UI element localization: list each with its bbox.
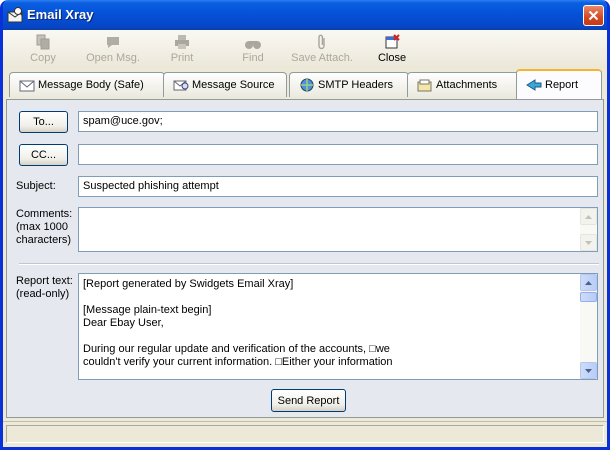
tab-message-body[interactable]: Message Body (Safe) xyxy=(9,72,165,97)
report-text-line xyxy=(83,330,577,343)
report-text-label-line: (read-only) xyxy=(16,288,70,300)
find-icon xyxy=(244,32,262,50)
report-text-line: Dear Ebay User, xyxy=(83,317,164,329)
close-button[interactable]: Close xyxy=(377,32,407,66)
open-message-label: Open Msg. xyxy=(86,52,140,64)
report-text-line xyxy=(83,291,577,304)
tab-smtp-headers-label: SMTP Headers xyxy=(318,79,393,91)
report-icon xyxy=(526,78,542,92)
tab-report[interactable]: Report xyxy=(516,69,602,99)
report-text-line: [Message plain-text begin] xyxy=(83,304,212,316)
smtp-headers-icon xyxy=(299,78,315,92)
report-text-line: [Report generated by Swidgets Email Xray… xyxy=(83,278,294,290)
copy-icon xyxy=(35,32,51,50)
status-bar xyxy=(3,421,607,447)
report-textarea[interactable]: [Report generated by Swidgets Email Xray… xyxy=(78,273,598,380)
save-attachment-button[interactable]: Save Attach. xyxy=(290,32,354,66)
message-source-icon xyxy=(173,78,189,92)
tab-attachments[interactable]: Attachments xyxy=(407,72,519,97)
tab-report-label: Report xyxy=(545,79,579,91)
tab-strip: Message Body (Safe) Message Source SMTP … xyxy=(3,69,607,99)
window-title: Email Xray xyxy=(27,7,94,22)
subject-label: Subject: xyxy=(16,180,56,192)
report-text: [Report generated by Swidgets Email Xray… xyxy=(83,278,577,369)
email-xray-window: Email Xray Copy Open Msg. Print Find Sav… xyxy=(0,0,610,450)
tab-attachments-label: Attachments xyxy=(436,79,498,91)
comments-label: Comments: (max 1000 characters) xyxy=(16,208,72,247)
report-panel: To... spam@uce.gov; CC... Subject: Suspe… xyxy=(6,99,604,418)
comments-label-line: Comments: xyxy=(16,208,73,220)
printer-icon xyxy=(174,32,190,50)
find-button[interactable]: Find xyxy=(239,32,267,66)
window-close-button[interactable] xyxy=(583,5,604,26)
attachments-icon xyxy=(417,78,433,92)
report-scroll-up-button[interactable] xyxy=(580,274,597,291)
message-body-icon xyxy=(19,78,35,92)
report-text-line: During our regular update and verificati… xyxy=(83,343,390,355)
print-label: Print xyxy=(170,52,194,64)
find-label: Find xyxy=(242,52,264,64)
save-attachment-label: Save Attach. xyxy=(291,52,353,64)
open-message-button[interactable]: Open Msg. xyxy=(85,32,141,66)
close-label: Close xyxy=(377,52,407,64)
comments-textarea[interactable] xyxy=(78,207,598,252)
comments-label-line: (max 1000 xyxy=(16,221,68,233)
to-button[interactable]: To... xyxy=(19,111,68,133)
report-text-line: couldn't verify your current information… xyxy=(83,356,393,368)
cc-button[interactable]: CC... xyxy=(19,144,68,166)
print-button[interactable]: Print xyxy=(167,32,197,66)
report-scroll-thumb[interactable] xyxy=(580,292,597,302)
report-scroll-down-button[interactable] xyxy=(580,362,597,379)
send-report-button[interactable]: Send Report xyxy=(271,389,346,412)
report-text-label: Report text: (read-only) xyxy=(16,275,73,301)
report-text-label-line: Report text: xyxy=(16,275,73,287)
tab-message-source[interactable]: Message Source xyxy=(163,72,287,97)
paperclip-icon xyxy=(317,32,327,50)
tab-message-source-label: Message Source xyxy=(192,79,275,91)
comments-label-line: characters) xyxy=(16,234,72,246)
title-bar[interactable]: Email Xray xyxy=(3,0,607,30)
to-field[interactable]: spam@uce.gov; xyxy=(78,111,598,132)
comments-scrollbar[interactable] xyxy=(580,208,597,251)
copy-label: Copy xyxy=(30,52,56,64)
cc-field[interactable] xyxy=(78,144,598,165)
subject-field[interactable]: Suspected phishing attempt xyxy=(78,176,598,197)
copy-button[interactable]: Copy xyxy=(29,32,57,66)
close-window-icon xyxy=(384,32,400,50)
tab-message-body-label: Message Body (Safe) xyxy=(38,79,144,91)
toolbar: Copy Open Msg. Print Find Save Attach. C… xyxy=(3,30,607,68)
scroll-up-arrow-icon xyxy=(585,280,592,285)
status-panel xyxy=(6,425,604,443)
comments-scroll-up-button[interactable] xyxy=(580,208,597,225)
report-scrollbar[interactable] xyxy=(580,274,597,379)
open-message-icon xyxy=(104,32,122,50)
scroll-down-arrow-icon xyxy=(585,240,592,245)
separator xyxy=(19,263,599,265)
tab-smtp-headers[interactable]: SMTP Headers xyxy=(289,72,409,97)
close-icon xyxy=(588,10,599,21)
comments-scroll-down-button[interactable] xyxy=(580,234,597,251)
scroll-down-arrow-icon xyxy=(585,368,592,373)
scroll-up-arrow-icon xyxy=(585,214,592,219)
app-icon xyxy=(7,7,24,23)
